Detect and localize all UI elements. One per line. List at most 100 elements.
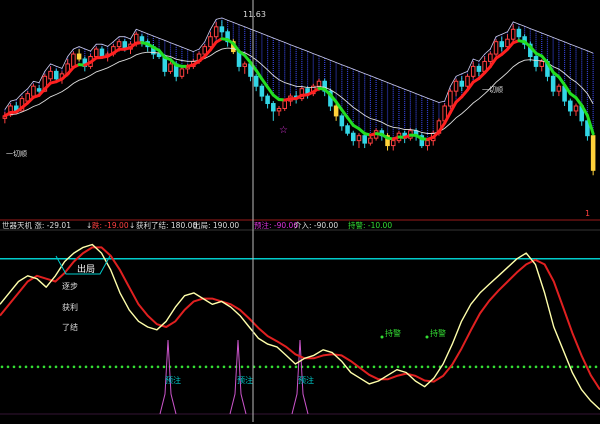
- dotted-level-point-140: [139, 366, 142, 369]
- candle-body-44: [254, 76, 258, 86]
- dotted-level-point-326: [325, 366, 328, 369]
- candle-body-96: [551, 76, 555, 91]
- dotted-level-point-188: [187, 366, 190, 369]
- dotted-level-point-416: [415, 366, 418, 369]
- dotted-level-point-272: [271, 366, 274, 369]
- header-item-7: 介入: -90.00: [294, 221, 338, 230]
- candle-body-63: [363, 136, 367, 143]
- star-icon: ☆: [279, 125, 288, 136]
- dotted-level-point-380: [379, 366, 382, 369]
- dotted-level-point-548: [547, 366, 550, 369]
- candle-body-60: [346, 126, 350, 133]
- pre-label-2: 预注: [237, 375, 253, 385]
- candle-body-17: [100, 49, 104, 56]
- dotted-level-point-290: [289, 366, 292, 369]
- candle-body-12: [72, 54, 76, 66]
- dotted-level-point-434: [433, 366, 436, 369]
- dotted-level-point-116: [115, 366, 118, 369]
- candle-body-97: [557, 86, 561, 91]
- dotted-level-point-122: [121, 366, 124, 369]
- dotted-level-point-284: [283, 366, 286, 369]
- candle-body-36: [209, 37, 213, 47]
- dotted-level-point-410: [409, 366, 412, 369]
- alert-label-2: 持警: [430, 328, 446, 338]
- candle-body-93: [534, 57, 538, 67]
- candle-body-20: [117, 42, 121, 47]
- candle-body-103: [591, 136, 595, 171]
- dotted-level-point-308: [307, 366, 310, 369]
- dotted-level-point-38: [37, 366, 40, 369]
- dotted-level-point-464: [463, 366, 466, 369]
- alert-dot-2: [426, 336, 429, 339]
- step-label-2: 获利: [62, 302, 78, 312]
- dotted-level-point-482: [481, 366, 484, 369]
- candle-body-78: [449, 91, 453, 106]
- pre-label-3: 预注: [298, 375, 314, 385]
- candle-body-29: [169, 64, 173, 71]
- candle-body-99: [569, 101, 573, 111]
- dotted-level-point-404: [403, 366, 406, 369]
- dotted-level-point-554: [553, 366, 556, 369]
- right-edge-marker: 1: [585, 209, 590, 218]
- candle-body-79: [454, 81, 458, 91]
- dotted-level-point-20: [19, 366, 22, 369]
- dotted-level-point-62: [61, 366, 64, 369]
- candle-body-100: [574, 106, 578, 111]
- dotted-level-point-596: [595, 366, 598, 369]
- candle-body-9: [54, 71, 58, 78]
- dotted-level-point-338: [337, 366, 340, 369]
- candle-body-82: [471, 66, 475, 76]
- dotted-level-point-590: [589, 366, 592, 369]
- dotted-level-point-518: [517, 366, 520, 369]
- candle-body-80: [460, 81, 464, 86]
- dotted-level-point-530: [529, 366, 532, 369]
- chart-canvas: 11.63 一切顺 一切顺 1 ☆ 世器天机 涨: -29.01↓跌: -19.…: [0, 0, 600, 422]
- candle-body-88: [506, 39, 510, 46]
- dotted-level-point-32: [31, 366, 34, 369]
- dotted-level-point-536: [535, 366, 538, 369]
- header-item-8: 持警: -10.00: [348, 220, 392, 230]
- dotted-level-point-398: [397, 366, 400, 369]
- dotted-level-point-218: [217, 366, 220, 369]
- dotted-level-point-80: [79, 366, 82, 369]
- dotted-level-point-512: [511, 366, 514, 369]
- dotted-level-point-500: [499, 366, 502, 369]
- dotted-level-point-320: [319, 366, 322, 369]
- candle-body-86: [494, 42, 498, 54]
- dotted-level-point-134: [133, 366, 136, 369]
- header-item-0: 世器天机 涨: -29.01: [2, 220, 71, 230]
- candle-body-49: [283, 101, 287, 108]
- dotted-level-point-332: [331, 366, 334, 369]
- candle-body-83: [477, 66, 481, 71]
- header-item-6: 预注: -90.00: [254, 220, 298, 230]
- dotted-level-point-194: [193, 366, 196, 369]
- dotted-level-point-242: [241, 366, 244, 369]
- dotted-level-point-374: [373, 366, 376, 369]
- dotted-level-point-422: [421, 366, 424, 369]
- dotted-level-point-560: [559, 366, 562, 369]
- candle-body-48: [277, 108, 281, 110]
- candle-body-42: [243, 64, 247, 66]
- dotted-level-point-104: [103, 366, 106, 369]
- exit-label: 出局: [77, 263, 95, 275]
- dotted-level-point-248: [247, 366, 250, 369]
- dotted-level-point-182: [181, 366, 184, 369]
- alert-label-1: 持警: [385, 328, 401, 338]
- candle-body-68: [391, 141, 395, 146]
- dotted-level-point-158: [157, 366, 160, 369]
- candle-body-8: [49, 71, 53, 78]
- dotted-level-point-350: [349, 366, 352, 369]
- candle-body-47: [272, 104, 276, 111]
- header-item-5: 出局: 190.00: [193, 220, 239, 230]
- dotted-level-point-458: [457, 366, 460, 369]
- dotted-level-point-8: [7, 366, 10, 369]
- step-label-1: 逐步: [62, 282, 78, 291]
- dotted-level-point-476: [475, 366, 478, 369]
- candle-body-61: [351, 133, 355, 140]
- candle-body-13: [77, 54, 81, 59]
- dotted-level-point-524: [523, 366, 526, 369]
- dotted-level-point-446: [445, 366, 448, 369]
- trend-label-right: 一切顺: [482, 86, 503, 94]
- dotted-level-point-266: [265, 366, 268, 369]
- candle-body-64: [369, 138, 373, 143]
